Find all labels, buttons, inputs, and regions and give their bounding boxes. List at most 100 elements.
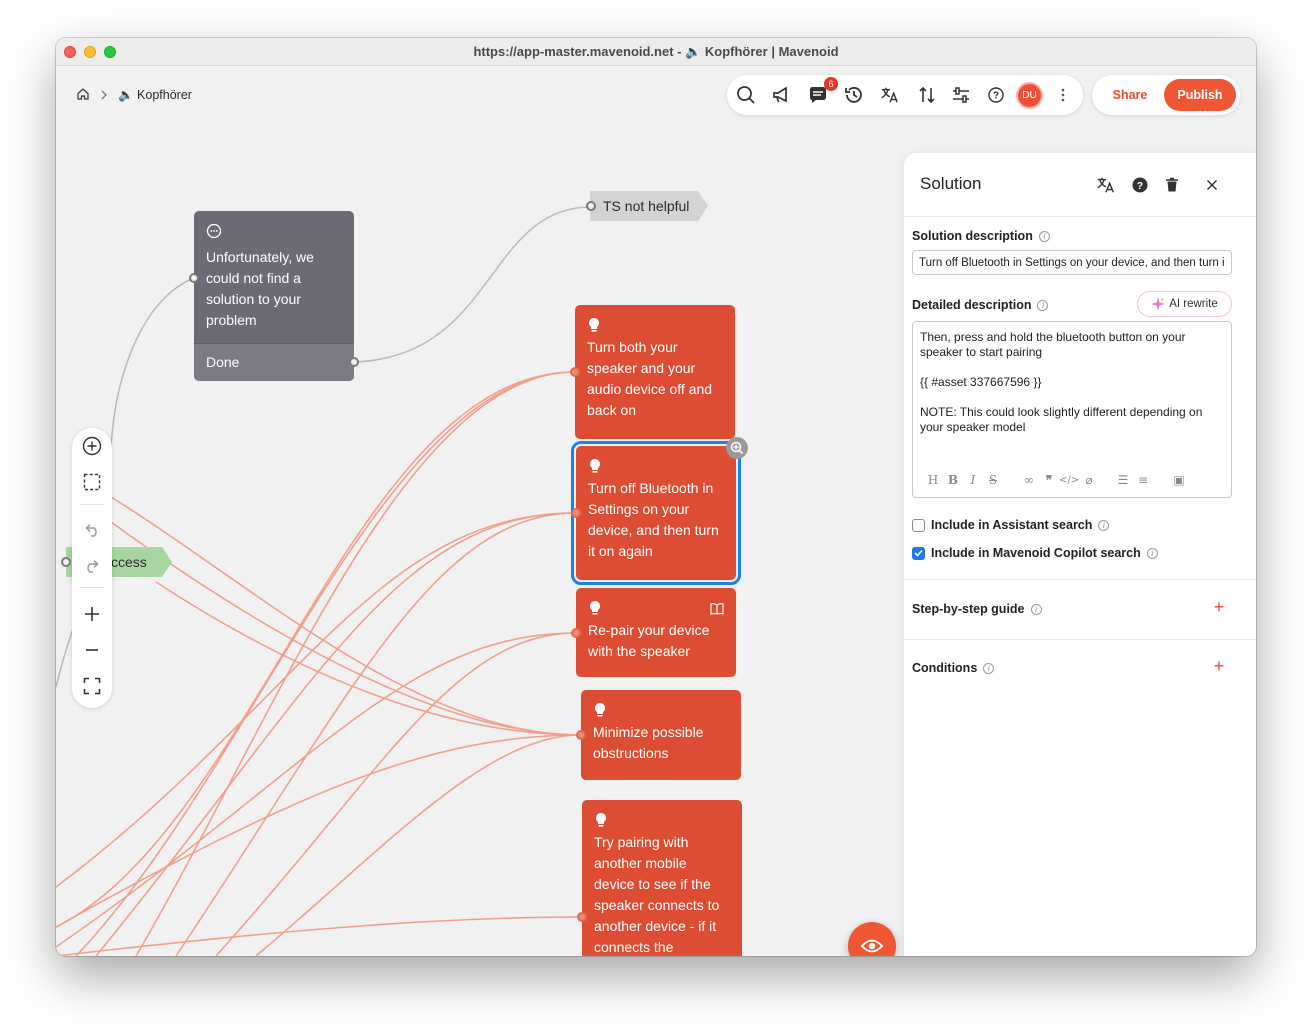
- heading-icon[interactable]: H: [923, 473, 943, 487]
- message-text: Unfortunately, we could not find a solut…: [206, 249, 314, 328]
- detailed-description-label: Detailed description i: [912, 298, 1049, 312]
- history-icon[interactable]: [844, 85, 864, 105]
- conditions-label-text: Conditions: [912, 661, 978, 675]
- conditions-label: Conditions i: [912, 661, 995, 675]
- include-copilot-label: Include in Mavenoid Copilot search: [931, 546, 1141, 560]
- info-icon[interactable]: i: [1098, 519, 1110, 531]
- bold-icon[interactable]: B: [943, 473, 963, 487]
- code-icon[interactable]: </>: [1059, 475, 1079, 486]
- edge: [95, 512, 577, 956]
- sort-icon[interactable]: [917, 85, 937, 105]
- sparkle-icon: [1151, 297, 1166, 311]
- help-icon[interactable]: ?: [986, 85, 1006, 105]
- sliders-icon[interactable]: [951, 85, 971, 105]
- solution-node-selected[interactable]: Turn off Bluetooth in Settings on your d…: [571, 441, 741, 585]
- user-avatar[interactable]: DU: [1018, 84, 1041, 107]
- solution-panel: Solution ? Solution description i Detail…: [904, 153, 1256, 956]
- solution-node[interactable]: Re-pair your device with the speaker: [576, 588, 736, 677]
- solution-text: Turn both your speaker and your audio de…: [587, 339, 713, 418]
- checkmark-icon: [914, 549, 923, 557]
- add-step-guide-button[interactable]: +: [1212, 597, 1226, 618]
- message-node-in-port[interactable]: [189, 273, 199, 283]
- flow-canvas[interactable]: 🔈 Kopfhörer 6 ? DU Share Publish TS not …: [56, 67, 1256, 956]
- edge: [110, 496, 582, 736]
- ai-rewrite-button[interactable]: AI rewrite: [1137, 291, 1232, 317]
- breadcrumb-current[interactable]: 🔈 Kopfhörer: [118, 88, 192, 103]
- ai-rewrite-label: AI rewrite: [1169, 298, 1218, 310]
- step-guide-label: Step-by-step guide i: [912, 602, 1042, 616]
- canvas-tools: [72, 428, 112, 708]
- include-assistant-row[interactable]: Include in Assistant search i: [912, 518, 1110, 532]
- strikethrough-icon[interactable]: S: [983, 473, 1003, 487]
- svg-text:?: ?: [1137, 180, 1143, 192]
- lightbulb-icon: [589, 318, 599, 332]
- detailed-description-editor[interactable]: Then, press and hold the bluetooth butto…: [912, 321, 1232, 498]
- translate-icon[interactable]: [1096, 175, 1116, 195]
- solution-description-label-text: Solution description: [912, 229, 1033, 243]
- solution-node[interactable]: Turn both your speaker and your audio de…: [575, 305, 735, 439]
- message-done-option[interactable]: Done: [194, 343, 354, 381]
- info-icon[interactable]: i: [1037, 299, 1049, 311]
- publish-button[interactable]: Publish: [1164, 79, 1236, 111]
- solution-in-port[interactable]: [576, 730, 586, 740]
- include-copilot-row[interactable]: Include in Mavenoid Copilot search i: [912, 546, 1158, 560]
- ts-node-port[interactable]: [586, 201, 596, 211]
- bullet-list-icon[interactable]: ☰: [1113, 473, 1133, 487]
- translate-icon[interactable]: [880, 85, 900, 105]
- image-icon[interactable]: ▣: [1169, 473, 1189, 487]
- zoom-plus-icon: [730, 441, 744, 455]
- lightbulb-icon: [590, 601, 600, 615]
- edge: [155, 581, 582, 736]
- include-copilot-checkbox[interactable]: [912, 546, 925, 560]
- solution-in-port[interactable]: [577, 912, 587, 922]
- redo-icon[interactable]: [82, 556, 102, 576]
- megaphone-icon[interactable]: [771, 85, 791, 105]
- undo-icon[interactable]: [82, 520, 102, 540]
- search-icon[interactable]: [736, 85, 756, 105]
- select-area-icon[interactable]: [82, 472, 102, 492]
- info-icon[interactable]: i: [1146, 547, 1158, 559]
- detailed-description-label-text: Detailed description: [912, 298, 1032, 312]
- browser-window: https://app-master.mavenoid.net - 🔈 Kopf…: [56, 38, 1256, 956]
- link-icon[interactable]: ∞: [1019, 473, 1039, 487]
- ts-not-helpful-node[interactable]: TS not helpful: [590, 191, 708, 221]
- close-icon[interactable]: [1202, 175, 1222, 195]
- zoom-out-icon[interactable]: [82, 640, 102, 660]
- add-condition-button[interactable]: +: [1212, 656, 1226, 677]
- edge-message-in: [110, 277, 195, 448]
- book-icon: [710, 600, 724, 621]
- solution-node[interactable]: Try pairing with another mobile device t…: [582, 800, 742, 956]
- attachment-icon[interactable]: ⌀: [1079, 473, 1099, 487]
- eye-icon: [861, 939, 883, 953]
- help-icon[interactable]: ?: [1130, 175, 1150, 195]
- window-title: https://app-master.mavenoid.net - 🔈 Kopf…: [473, 44, 839, 59]
- edge: [56, 734, 582, 928]
- quote-icon[interactable]: ❞: [1039, 473, 1059, 487]
- info-icon[interactable]: i: [1030, 603, 1042, 615]
- share-button[interactable]: Share: [1098, 79, 1162, 111]
- message-done-port[interactable]: [349, 357, 359, 367]
- zoom-in-icon[interactable]: [82, 604, 102, 624]
- fit-screen-icon[interactable]: [82, 676, 102, 696]
- zoom-node-button[interactable]: [726, 437, 748, 459]
- solution-node[interactable]: Minimize possible obstructions: [581, 690, 741, 780]
- solution-in-port[interactable]: [570, 367, 580, 377]
- solution-description-input[interactable]: [912, 250, 1232, 275]
- solution-in-port[interactable]: [571, 628, 581, 638]
- lightbulb-icon: [595, 703, 605, 717]
- solution-description-label: Solution description i: [912, 229, 1050, 243]
- include-assistant-checkbox[interactable]: [912, 518, 925, 532]
- message-node[interactable]: Unfortunately, we could not find a solut…: [194, 211, 354, 381]
- delete-icon[interactable]: [1162, 175, 1182, 195]
- add-node-icon[interactable]: [82, 436, 102, 456]
- solution-text: Re-pair your device with the speaker: [588, 622, 710, 659]
- italic-icon[interactable]: I: [963, 473, 983, 487]
- more-icon[interactable]: [1053, 85, 1073, 105]
- home-icon[interactable]: [76, 87, 90, 104]
- info-icon[interactable]: i: [983, 662, 995, 674]
- detailed-description-text[interactable]: Then, press and hold the bluetooth butto…: [920, 330, 1220, 435]
- solution-in-port[interactable]: [571, 508, 581, 518]
- success-node-port[interactable]: [61, 557, 71, 567]
- info-icon[interactable]: i: [1038, 230, 1050, 242]
- numbered-list-icon[interactable]: ≡: [1133, 473, 1153, 487]
